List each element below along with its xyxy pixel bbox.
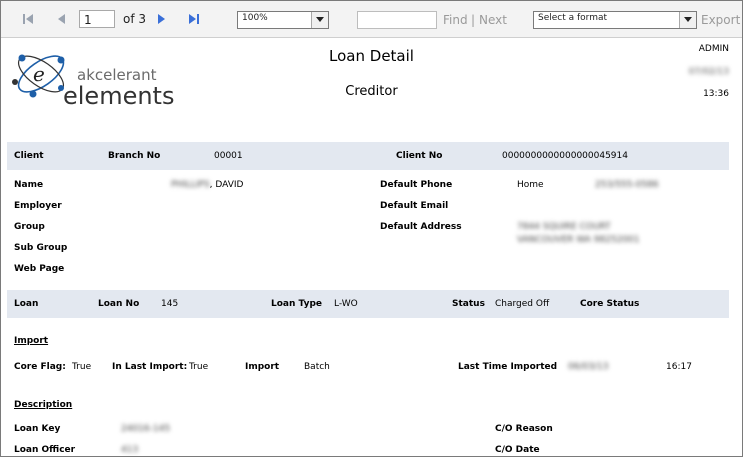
- svg-text:e: e: [33, 62, 45, 86]
- loan-officer-label: Loan Officer: [14, 445, 76, 455]
- import-section-title: Import: [14, 336, 49, 346]
- branch-no-value: 00001: [214, 151, 243, 161]
- phone-type: Home: [517, 180, 544, 190]
- first-page-icon[interactable]: [21, 12, 35, 26]
- name-first: , DAVID: [209, 180, 244, 190]
- page-count: of 3: [123, 12, 147, 26]
- phone-value: 253/555-0586: [595, 180, 659, 190]
- last-page-icon[interactable]: [187, 12, 201, 26]
- client-no-value: 0000000000000000045914: [502, 151, 628, 161]
- report-viewer: 1 of 3 100% Find | Next Select a format …: [0, 0, 743, 457]
- export-format-value: Select a format: [538, 13, 608, 23]
- loan-key-value: 24016-145: [121, 424, 171, 434]
- report-page: e akcelerant elements Loan Detail Credit…: [1, 38, 742, 456]
- next-link[interactable]: Next: [479, 13, 507, 27]
- address-line-2: VANCOUVER WA 98252001: [517, 235, 640, 245]
- branch-no-label: Branch No: [108, 151, 161, 161]
- export-link[interactable]: Export: [701, 13, 740, 27]
- client-no-label: Client No: [396, 151, 443, 161]
- chevron-down-icon[interactable]: [679, 12, 696, 28]
- report-date: 07/02/13: [688, 67, 729, 77]
- loan-label: Loan: [14, 299, 39, 309]
- webpage-label: Web Page: [14, 264, 65, 274]
- core-flag-value: True: [72, 362, 92, 372]
- import-label: Import: [245, 362, 280, 372]
- last-time-imported-label: Last Time Imported: [458, 362, 558, 372]
- find-input[interactable]: [357, 11, 437, 29]
- zoom-value: 100%: [242, 13, 268, 23]
- previous-page-icon[interactable]: [54, 12, 68, 26]
- find-separator: |: [471, 13, 476, 27]
- in-last-import-value: True: [189, 362, 209, 372]
- user-name: ADMIN: [698, 44, 729, 54]
- core-flag-label: Core Flag:: [14, 362, 66, 372]
- name-last: PHILLIPS: [171, 180, 210, 190]
- report-time: 13:36: [703, 89, 729, 99]
- default-address-label: Default Address: [380, 222, 462, 232]
- report-title: Loan Detail: [329, 47, 414, 65]
- find-link[interactable]: Find: [443, 13, 468, 27]
- default-email-label: Default Email: [380, 201, 449, 211]
- group-label: Group: [14, 222, 45, 232]
- co-reason-label: C/O Reason: [495, 424, 553, 434]
- import-value: Batch: [304, 362, 330, 372]
- address-line-1: 7844 SQUIRE COURT: [517, 222, 611, 232]
- status-label: Status: [452, 299, 485, 309]
- loan-officer-value: 413: [121, 445, 139, 455]
- export-format-select[interactable]: Select a format: [533, 11, 697, 29]
- loan-no-value: 145: [161, 299, 179, 309]
- report-toolbar: 1 of 3 100% Find | Next Select a format …: [1, 1, 742, 38]
- chevron-down-icon[interactable]: [311, 12, 328, 28]
- zoom-select[interactable]: 100%: [237, 11, 329, 29]
- default-phone-label: Default Phone: [380, 180, 453, 190]
- core-status-label: Core Status: [580, 299, 640, 309]
- loan-type-value: L-WO: [334, 299, 358, 309]
- last-time-imported-date: 06/03/13: [568, 362, 609, 372]
- last-time-imported-time: 16:17: [666, 362, 692, 372]
- in-last-import-label: In Last Import:: [112, 362, 188, 372]
- status-value: Charged Off: [495, 299, 550, 309]
- name-label: Name: [14, 180, 44, 190]
- loan-type-label: Loan Type: [271, 299, 323, 309]
- description-section-title: Description: [14, 400, 73, 410]
- employer-label: Employer: [14, 201, 62, 211]
- page-number-input[interactable]: 1: [79, 10, 115, 28]
- co-date-label: C/O Date: [495, 445, 540, 455]
- loan-key-label: Loan Key: [14, 424, 61, 434]
- client-label: Client: [14, 151, 44, 161]
- loan-no-label: Loan No: [98, 299, 140, 309]
- subgroup-label: Sub Group: [14, 243, 68, 253]
- report-subtitle: Creditor: [345, 84, 398, 99]
- name-value: PHILLIPS, DAVID: [171, 180, 244, 190]
- next-page-icon[interactable]: [155, 12, 169, 26]
